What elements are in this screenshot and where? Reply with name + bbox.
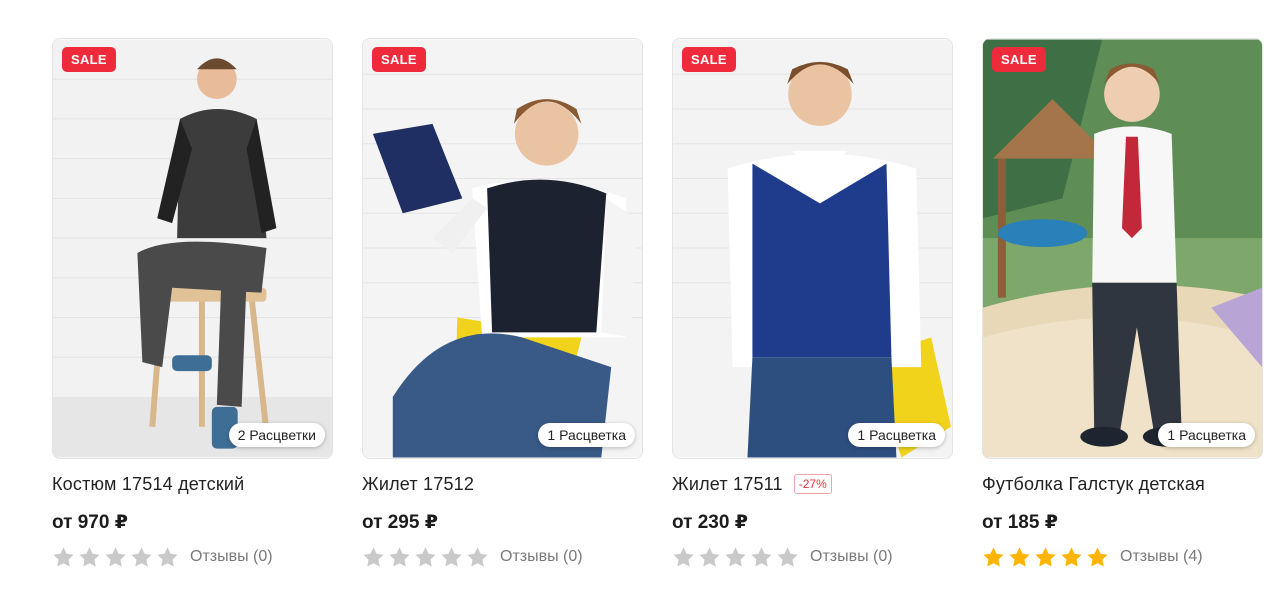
sale-badge: SALE <box>62 47 116 72</box>
rating-row: Отзывы (0) <box>52 546 333 568</box>
color-variants-badge[interactable]: 1 Расцветка <box>848 423 945 447</box>
product-image[interactable]: SALE 1 Расцветка <box>362 38 643 459</box>
product-photo <box>363 39 642 458</box>
product-image[interactable]: SALE 2 Расцветки <box>52 38 333 459</box>
reviews-link[interactable]: Отзывы (0) <box>190 548 273 566</box>
star-icon <box>441 547 462 567</box>
star-icon <box>105 547 126 567</box>
star-rating <box>362 546 489 568</box>
product-title[interactable]: Жилет 17511 <box>672 474 783 495</box>
product-price: от 230 ₽ <box>672 512 748 533</box>
product-title[interactable]: Футболка Галстук детская <box>982 474 1205 495</box>
product-card[interactable]: SALE 1 Расцветка Жилет 17512 от 295 ₽ От… <box>362 38 643 568</box>
star-icon <box>1009 547 1030 567</box>
product-title[interactable]: Жилет 17512 <box>362 474 474 495</box>
color-variants-badge[interactable]: 1 Расцветка <box>538 423 635 447</box>
star-icon <box>467 547 488 567</box>
reviews-link[interactable]: Отзывы (0) <box>810 548 893 566</box>
sale-badge: SALE <box>372 47 426 72</box>
sale-badge: SALE <box>682 47 736 72</box>
star-icon <box>131 547 152 567</box>
product-price: от 185 ₽ <box>982 512 1058 533</box>
star-icon <box>157 547 178 567</box>
star-icon <box>983 547 1004 567</box>
star-icon <box>415 547 436 567</box>
star-icon <box>1035 547 1056 567</box>
product-title[interactable]: Костюм 17514 детский <box>52 474 244 495</box>
star-icon <box>1087 547 1108 567</box>
product-price: от 970 ₽ <box>52 512 128 533</box>
star-icon <box>363 547 384 567</box>
rating-row: Отзывы (4) <box>982 546 1263 568</box>
star-icon <box>53 547 74 567</box>
product-photo <box>983 39 1262 458</box>
star-icon <box>79 547 100 567</box>
reviews-link[interactable]: Отзывы (0) <box>500 548 583 566</box>
star-icon <box>725 547 746 567</box>
star-icon <box>389 547 410 567</box>
rating-row: Отзывы (0) <box>362 546 643 568</box>
product-card[interactable]: SALE 1 Расцветка Жилет 17511 -27% от 230… <box>672 38 953 568</box>
star-rating <box>982 546 1109 568</box>
rating-row: Отзывы (0) <box>672 546 953 568</box>
reviews-link[interactable]: Отзывы (4) <box>1120 548 1203 566</box>
product-card[interactable]: SALE 2 Расцветки Костюм 17514 детский от… <box>52 38 333 568</box>
sale-badge: SALE <box>992 47 1046 72</box>
product-image[interactable]: SALE 1 Расцветка <box>982 38 1263 459</box>
product-image[interactable]: SALE 1 Расцветка <box>672 38 953 459</box>
product-card[interactable]: SALE 1 Расцветка Футболка Галстук детска… <box>982 38 1263 568</box>
discount-badge: -27% <box>793 474 832 494</box>
color-variants-badge[interactable]: 2 Расцветки <box>228 423 325 447</box>
star-icon <box>699 547 720 567</box>
product-photo <box>53 39 332 458</box>
product-price: от 295 ₽ <box>362 512 438 533</box>
star-icon <box>1061 547 1082 567</box>
color-variants-badge[interactable]: 1 Расцветка <box>1158 423 1255 447</box>
star-rating <box>52 546 179 568</box>
star-icon <box>751 547 772 567</box>
star-icon <box>777 547 798 567</box>
star-rating <box>672 546 799 568</box>
product-photo <box>673 39 952 458</box>
star-icon <box>673 547 694 567</box>
